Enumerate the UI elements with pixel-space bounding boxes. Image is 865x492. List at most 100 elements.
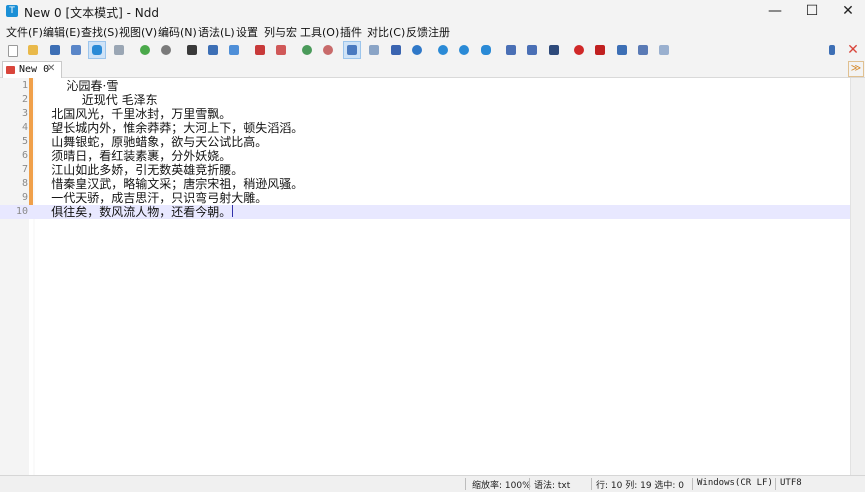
- text-cursor: [232, 205, 234, 217]
- close-button[interactable]: ✕: [828, 0, 865, 22]
- editor-line[interactable]: 8 惜秦皇汉武，略输文采；唐宗宋祖，稍逊风骚。: [0, 177, 850, 191]
- bookmark-pair-icon[interactable]: [478, 42, 494, 58]
- zoom-status: 缩放率: 100%: [472, 481, 531, 491]
- macro-stop-icon[interactable]: [592, 42, 608, 58]
- editor-line[interactable]: 3 北国风光，千里冰封，万里雪飘。: [0, 107, 850, 121]
- minimize-button[interactable]: —: [755, 0, 795, 22]
- line-text: 沁园春·雪: [36, 79, 119, 93]
- line-text: 惜秦皇汉武，略输文采；唐宗宋祖，稍逊风骚。: [36, 177, 304, 191]
- go-to-line-icon[interactable]: [226, 42, 242, 58]
- new-file-icon[interactable]: [5, 42, 21, 58]
- macro-record-icon[interactable]: [571, 42, 587, 58]
- menu-column-macro[interactable]: 列与宏: [264, 24, 297, 40]
- line-number: 5: [21, 136, 28, 147]
- tab-list-dropdown-icon[interactable]: ≫: [848, 61, 864, 77]
- menu-encoding[interactable]: 编码(N): [158, 24, 197, 40]
- menu-syntax[interactable]: 语法(L): [198, 24, 235, 40]
- eol-status: Windows(CR LF): [697, 478, 773, 488]
- tab-close-icon[interactable]: ✕: [47, 63, 55, 74]
- editor-line[interactable]: 6 须晴日，看红装素裹，分外妖娆。: [0, 149, 850, 163]
- prev-bookmark-icon[interactable]: [435, 42, 451, 58]
- editor-line[interactable]: 1 沁园春·雪: [0, 79, 850, 93]
- line-number: 8: [21, 178, 28, 189]
- status-separator: [775, 478, 776, 490]
- line-text: 须晴日，看红装素裹，分外妖娆。: [36, 149, 232, 163]
- monitor-icon[interactable]: [546, 42, 562, 58]
- menu-compare[interactable]: 对比(C): [367, 24, 405, 40]
- menu-edit[interactable]: 编辑(E): [43, 24, 81, 40]
- status-bar: 缩放率: 100% 语法: txt 行: 10 列: 19 选中: 0 Wind…: [0, 475, 865, 492]
- next-bookmark-icon[interactable]: [456, 42, 472, 58]
- redo-icon[interactable]: [158, 42, 174, 58]
- line-number: 6: [21, 150, 28, 161]
- status-separator: [692, 478, 693, 490]
- macro-save-icon[interactable]: [635, 42, 651, 58]
- encoding-status: UTF8: [780, 478, 802, 488]
- menu-file[interactable]: 文件(F): [6, 24, 43, 40]
- split-view-icon[interactable]: [503, 42, 519, 58]
- word-wrap-icon[interactable]: [343, 41, 361, 59]
- menu-settings[interactable]: 设置: [236, 24, 258, 40]
- editor-line[interactable]: 5 山舞银蛇，原驰蜡象，欲与天公试比高。: [0, 135, 850, 149]
- editor-line[interactable]: 2 近现代 毛泽东: [0, 93, 850, 107]
- pin-icon[interactable]: [824, 42, 840, 58]
- menu-tools[interactable]: 工具(O): [300, 24, 339, 40]
- line-number: 1: [21, 80, 28, 91]
- line-text: 望长城内外，惟余莽莽；大河上下，顿失滔滔。: [36, 121, 304, 135]
- macro-run-icon[interactable]: [656, 42, 672, 58]
- line-number: 4: [21, 122, 28, 133]
- vertical-scrollbar[interactable]: [850, 78, 865, 475]
- line-number: 7: [21, 164, 28, 175]
- status-separator: [529, 478, 530, 490]
- file-mode-icon[interactable]: [88, 41, 106, 59]
- status-separator: [591, 478, 592, 490]
- line-number: 3: [21, 108, 28, 119]
- line-number: 9: [21, 192, 28, 203]
- open-file-icon[interactable]: [25, 42, 41, 58]
- editor-line[interactable]: 7 江山如此多娇，引无数英雄竞折腰。: [0, 163, 850, 177]
- save-icon[interactable]: [47, 42, 63, 58]
- mark-icon[interactable]: [252, 42, 268, 58]
- menu-find[interactable]: 查找(S): [81, 24, 119, 40]
- line-text: 一代天骄，成吉思汗，只识弯弓射大雕。: [36, 191, 268, 205]
- tab-bar: New 0 ✕ ≫: [0, 60, 865, 78]
- find-icon[interactable]: [184, 42, 200, 58]
- clear-mark-icon[interactable]: [273, 42, 289, 58]
- text-editor[interactable]: 1 沁园春·雪 2 近现代 毛泽东 3 北国风光，千里冰封，万里雪飘。 4 望长…: [0, 78, 850, 475]
- menu-bar: 文件(F) 编辑(E) 查找(S) 视图(V) 编码(N) 语法(L) 设置 列…: [0, 22, 865, 40]
- editor-line-current[interactable]: 10 俱往矣，数风流人物，还看今朝。: [0, 205, 850, 219]
- macro-play-icon[interactable]: [614, 42, 630, 58]
- undo-icon[interactable]: [137, 42, 153, 58]
- window-title: New 0 [文本模式] - Ndd: [24, 6, 159, 20]
- indent-guide-icon[interactable]: [388, 42, 404, 58]
- replace-icon[interactable]: [205, 42, 221, 58]
- editor-line[interactable]: 4 望长城内外，惟余莽莽；大河上下，顿失滔滔。: [0, 121, 850, 135]
- line-number: 10: [15, 206, 28, 217]
- line-text: 北国风光，千里冰封，万里雪飘。: [36, 107, 232, 121]
- maximize-button[interactable]: ☐: [792, 0, 832, 22]
- tab-label: New 0: [19, 64, 50, 75]
- line-text: 近现代 毛泽东: [36, 93, 158, 107]
- menu-view[interactable]: 视图(V): [119, 24, 157, 40]
- file-icon: [6, 66, 15, 74]
- editor-line[interactable]: 9 一代天骄，成吉思汗，只识弯弓射大雕。: [0, 191, 850, 205]
- line-text: 江山如此多娇，引无数英雄竞折腰。: [36, 163, 244, 177]
- syntax-status: 语法: txt: [534, 481, 571, 491]
- app-icon: T: [6, 5, 18, 17]
- column-view-icon[interactable]: [524, 42, 540, 58]
- show-symbols-icon[interactable]: [366, 42, 382, 58]
- highlight-icon[interactable]: [409, 42, 425, 58]
- line-number: 2: [21, 94, 28, 105]
- close-all-icon[interactable]: ✕: [845, 42, 861, 58]
- menu-plugins[interactable]: 插件: [340, 24, 362, 40]
- close-file-icon[interactable]: [111, 42, 127, 58]
- cursor-position-status: 行: 10 列: 19 选中: 0: [596, 481, 685, 491]
- zoom-in-icon[interactable]: [299, 42, 315, 58]
- menu-feedback[interactable]: 反馈注册: [406, 24, 450, 40]
- tab-new-0[interactable]: New 0 ✕: [2, 61, 62, 78]
- save-all-icon[interactable]: [68, 42, 84, 58]
- toolbar: ✕: [0, 40, 865, 60]
- status-separator: [465, 478, 466, 490]
- zoom-out-icon[interactable]: [320, 42, 336, 58]
- line-text: 山舞银蛇，原驰蜡象，欲与天公试比高。: [36, 135, 268, 149]
